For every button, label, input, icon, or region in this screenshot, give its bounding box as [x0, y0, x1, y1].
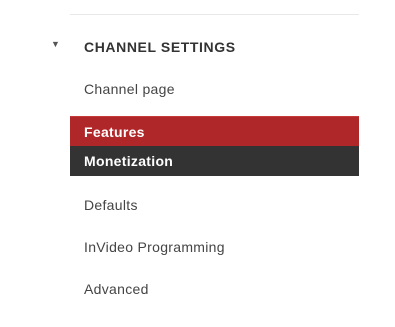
sidebar-item-invideo-programming[interactable]: InVideo Programming	[70, 232, 359, 262]
sidebar-item-label: Defaults	[84, 197, 138, 213]
top-divider	[70, 14, 359, 15]
collapse-arrow-icon[interactable]: ▼	[51, 39, 60, 49]
sidebar-item-channel-page[interactable]: Channel page	[70, 74, 359, 104]
section-header-channel-settings[interactable]: ▼ CHANNEL SETTINGS	[0, 36, 359, 58]
sidebar-item-label: Monetization	[84, 153, 174, 169]
sidebar-item-monetization[interactable]: Monetization	[70, 146, 359, 176]
sidebar-item-features[interactable]: Features	[70, 116, 359, 146]
channel-settings-panel: ▼ CHANNEL SETTINGS Channel page Features…	[0, 0, 395, 327]
section-title: CHANNEL SETTINGS	[84, 39, 236, 55]
sidebar-item-label: InVideo Programming	[84, 239, 225, 255]
sidebar-item-label: Features	[84, 124, 145, 140]
sidebar-item-advanced[interactable]: Advanced	[70, 274, 359, 304]
sidebar-item-defaults[interactable]: Defaults	[70, 190, 359, 220]
sidebar-item-label: Advanced	[84, 281, 149, 297]
settings-menu: Channel page Features Monetization Defau…	[70, 74, 359, 316]
sidebar-item-label: Channel page	[84, 81, 175, 97]
